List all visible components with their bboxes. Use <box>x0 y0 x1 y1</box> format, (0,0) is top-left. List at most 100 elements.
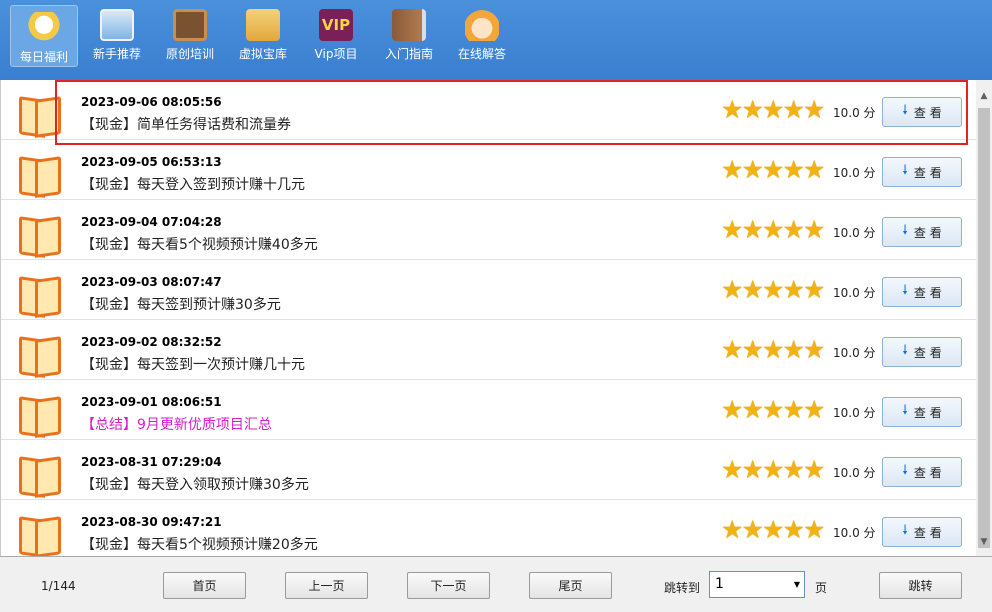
star-icon: ★ <box>803 95 826 124</box>
list-item[interactable]: 2023-08-30 09:47:21 【现金】每天看5个视频预计赚20多元 ★ ★ ★… <box>1 500 976 556</box>
item-title[interactable]: 【现金】简单任务得话费和流量券 <box>81 114 291 134</box>
item-score: 10.0 分 <box>833 526 876 540</box>
star-icon: ★ <box>803 395 826 424</box>
star-icon: ★ <box>721 155 744 184</box>
view-button-label: 查 看 <box>913 465 942 480</box>
star-icon: ★ <box>741 155 764 184</box>
list-item[interactable]: 2023-09-02 08:32:52 【现金】每天签到一次预计赚几十元 ★ ★ ★ ★ ★… <box>1 320 976 380</box>
open-book-icon <box>19 158 61 194</box>
open-book-icon <box>19 98 61 134</box>
view-button[interactable]: 🠗 查 看 <box>882 97 962 127</box>
star-icon: ★ <box>762 455 785 484</box>
star-icon: ★ <box>741 275 764 304</box>
star-icon: ★ <box>782 515 805 544</box>
item-title[interactable]: 【现金】每天签到一次预计赚几十元 <box>81 354 305 374</box>
support-agent-icon <box>465 9 499 41</box>
download-arrow-icon: 🠗 <box>902 403 908 418</box>
star-icon: ★ <box>803 335 826 364</box>
tool-daily-welfare[interactable]: 每日福利 <box>10 5 78 67</box>
item-title[interactable]: 【现金】每天登入领取预计赚30多元 <box>81 474 309 494</box>
list-item[interactable]: 2023-09-04 07:04:28 【现金】每天看5个视频预计赚40多元 ★ ★ ★… <box>1 200 976 260</box>
view-button-label: 查 看 <box>913 405 942 420</box>
item-title[interactable]: 【现金】每天登入签到预计赚十几元 <box>81 174 305 194</box>
star-icon: ★ <box>721 455 744 484</box>
star-icon: ★ <box>782 95 805 124</box>
page-select[interactable]: 1 ▼ <box>709 571 805 598</box>
download-arrow-icon: 🠗 <box>902 103 908 118</box>
page-unit-label: 页 <box>815 581 828 595</box>
next-page-button[interactable]: 下一页 <box>407 572 490 599</box>
list-item[interactable]: 2023-09-01 08:06:51 【总结】9月更新优质项目汇总 ★ ★ ★ ★ ★ 10… <box>1 380 976 440</box>
project-list: 2023-09-06 08:05:56 【现金】简单任务得话费和流量券 ★ ★ ★ ★ ★ 1… <box>0 80 976 556</box>
star-icon: ★ <box>741 215 764 244</box>
last-page-button[interactable]: 尾页 <box>529 572 612 599</box>
view-button[interactable]: 🠗 查 看 <box>882 397 962 427</box>
tool-beginner-guide[interactable]: 入门指南 <box>375 0 443 80</box>
item-title[interactable]: 【总结】9月更新优质项目汇总 <box>81 414 272 434</box>
scroll-down-arrow-icon[interactable]: ▼ <box>976 534 992 550</box>
blackboard-icon <box>173 9 207 41</box>
star-icon: ★ <box>741 455 764 484</box>
list-item[interactable]: 2023-09-05 06:53:13 【现金】每天登入签到预计赚十几元 ★ ★ ★ ★ ★… <box>1 140 976 200</box>
scrollbar-thumb[interactable] <box>978 108 990 548</box>
item-date: 2023-09-01 08:06:51 <box>81 395 222 409</box>
download-arrow-icon: 🠗 <box>902 223 908 238</box>
tool-label: 每日福利 <box>19 50 68 64</box>
star-icon: ★ <box>741 335 764 364</box>
view-button[interactable]: 🠗 查 看 <box>882 157 962 187</box>
star-icon: ★ <box>782 215 805 244</box>
view-button[interactable]: 🠗 查 看 <box>882 517 962 547</box>
star-icon: ★ <box>782 455 805 484</box>
item-date: 2023-09-05 06:53:13 <box>81 155 222 169</box>
item-title[interactable]: 【现金】每天看5个视频预计赚40多元 <box>81 234 318 254</box>
item-date: 2023-08-30 09:47:21 <box>81 515 222 529</box>
tool-online-answers[interactable]: 在线解答 <box>448 0 516 80</box>
vertical-scrollbar[interactable]: ▲ ▼ <box>976 80 992 556</box>
view-button[interactable]: 🠗 查 看 <box>882 277 962 307</box>
jump-button[interactable]: 跳转 <box>879 572 962 599</box>
item-score: 10.0 分 <box>833 166 876 180</box>
star-icon: ★ <box>803 215 826 244</box>
star-icon: ★ <box>721 275 744 304</box>
star-icon: ★ <box>721 215 744 244</box>
page-info: 1/144 <box>41 579 76 593</box>
star-icon: ★ <box>721 95 744 124</box>
open-book-icon <box>19 458 61 494</box>
list-item[interactable]: 2023-08-31 07:29:04 【现金】每天登入领取预计赚30多元 ★ ★ ★ ★… <box>1 440 976 500</box>
download-arrow-icon: 🠗 <box>902 163 908 178</box>
item-title[interactable]: 【现金】每天看5个视频预计赚20多元 <box>81 534 318 554</box>
rating-stars: ★ ★ ★ ★ ★ <box>721 455 825 484</box>
star-icon: ★ <box>762 215 785 244</box>
rating-stars: ★ ★ ★ ★ ★ <box>721 515 825 544</box>
star-icon: ★ <box>762 95 785 124</box>
download-arrow-icon: 🠗 <box>902 283 908 298</box>
item-score: 10.0 分 <box>833 286 876 300</box>
open-book-icon <box>19 338 61 374</box>
star-icon: ★ <box>803 155 826 184</box>
computer-icon <box>100 9 134 41</box>
download-arrow-icon: 🠗 <box>902 463 908 478</box>
item-score: 10.0 分 <box>833 106 876 120</box>
item-date: 2023-09-02 08:32:52 <box>81 335 222 349</box>
item-date: 2023-09-04 07:04:28 <box>81 215 222 229</box>
star-icon: ★ <box>741 515 764 544</box>
prev-page-button[interactable]: 上一页 <box>285 572 368 599</box>
view-button[interactable]: 🠗 查 看 <box>882 457 962 487</box>
pagination-bar: 1/144 首页 上一页 下一页 尾页 跳转到 1 ▼ 页 跳转 <box>0 556 992 612</box>
tool-newbie-recommend[interactable]: 新手推荐 <box>83 0 151 80</box>
first-page-button[interactable]: 首页 <box>163 572 246 599</box>
tool-virtual-treasury[interactable]: 虚拟宝库 <box>229 0 297 80</box>
tool-original-training[interactable]: 原创培训 <box>156 0 224 80</box>
rating-stars: ★ ★ ★ ★ ★ <box>721 335 826 364</box>
jump-label: 跳转到 <box>664 581 701 595</box>
tool-vip-projects[interactable]: VIP Vip项目 <box>302 0 370 80</box>
view-button[interactable]: 🠗 查 看 <box>882 217 962 247</box>
chevron-down-icon: ▼ <box>793 580 800 589</box>
item-title[interactable]: 【现金】每天签到预计赚30多元 <box>81 294 281 314</box>
view-button[interactable]: 🠗 查 看 <box>882 337 962 367</box>
scroll-up-arrow-icon[interactable]: ▲ <box>976 88 992 104</box>
star-icon: ★ <box>803 275 826 304</box>
star-icon: ★ <box>762 335 785 364</box>
list-item[interactable]: 2023-09-03 08:07:47 【现金】每天签到预计赚30多元 ★ ★ ★ ★ ★ 1… <box>1 260 976 320</box>
list-item[interactable]: 2023-09-06 08:05:56 【现金】简单任务得话费和流量券 ★ ★ ★ ★ ★ 1… <box>1 80 976 140</box>
